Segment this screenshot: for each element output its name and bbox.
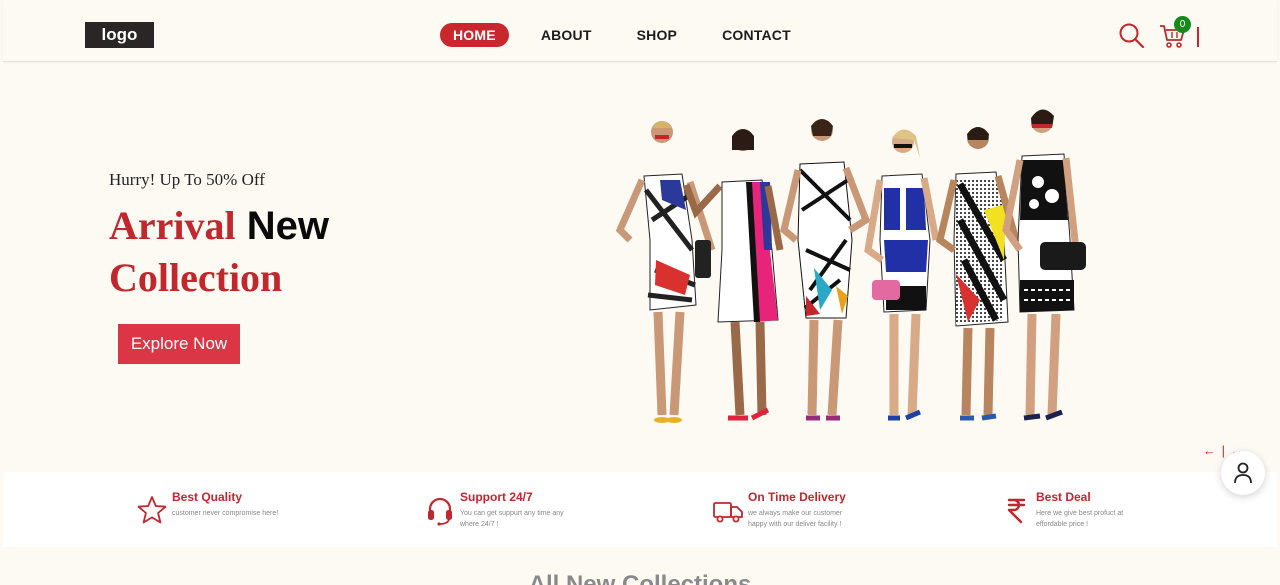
search-icon[interactable]	[1118, 22, 1146, 50]
explore-now-button[interactable]: Explore Now	[118, 324, 240, 364]
feature-desc: Here we give best profuct at effordable …	[1036, 510, 1124, 528]
page: logo HOME ABOUT SHOP CONTACT 0 Hurry! Up…	[0, 0, 1280, 585]
cart-count-badge: 0	[1174, 16, 1191, 33]
feature-delivery: On Time Delivery we always make our cust…	[712, 490, 860, 530]
model-figure	[1002, 109, 1086, 421]
feature-title: On Time Delivery	[748, 490, 846, 504]
nav-shop[interactable]: SHOP	[637, 27, 677, 43]
logo[interactable]: logo	[85, 22, 154, 48]
feature-title: Support 24/7	[460, 490, 533, 504]
feature-title: Best Deal	[1036, 490, 1091, 504]
nav-home[interactable]: HOME	[440, 23, 509, 47]
section-title: All New Collections	[528, 571, 752, 585]
main-nav: HOME ABOUT SHOP CONTACT	[440, 23, 791, 47]
model-figure	[780, 119, 871, 421]
feature-support: Support 24/7 You can get suppurt any tim…	[424, 490, 572, 530]
header-divider	[1197, 27, 1199, 47]
nav-about[interactable]: ABOUT	[541, 27, 592, 43]
truck-icon	[713, 502, 743, 523]
rupee-icon	[1007, 498, 1026, 524]
hero-subtitle: Hurry! Up To 50% Off	[109, 170, 265, 189]
feature-desc: You can get suppurt any time any where 2…	[460, 510, 564, 528]
model-figure	[615, 121, 716, 423]
site-header: logo HOME ABOUT SHOP CONTACT 0	[3, 2, 1277, 62]
features-bar: Best Quality customer never compromise h…	[3, 472, 1277, 547]
feature-title: Best Quality	[172, 490, 243, 504]
feature-best-quality: Best Quality customer never compromise h…	[136, 490, 284, 526]
hero-image	[615, 109, 1086, 423]
hero-title: Arrival New Collection	[109, 200, 409, 304]
hero-title-word-3: Collection	[109, 255, 283, 300]
nav-contact[interactable]: CONTACT	[722, 27, 791, 43]
headset-icon	[428, 497, 452, 526]
feature-desc: we always make our customer happy with o…	[748, 510, 843, 528]
model-figure	[936, 127, 1020, 421]
hero-title-word-2: New	[246, 204, 329, 248]
user-account-button[interactable]	[1221, 451, 1265, 495]
user-icon	[1234, 462, 1252, 484]
model-figure	[864, 129, 940, 421]
feature-best-deal: Best Deal Here we give best profuct at e…	[1000, 490, 1148, 530]
hero-title-word-1: Arrival	[109, 203, 236, 248]
feature-desc: customer never compromise here!	[172, 510, 279, 517]
star-icon	[137, 496, 167, 524]
